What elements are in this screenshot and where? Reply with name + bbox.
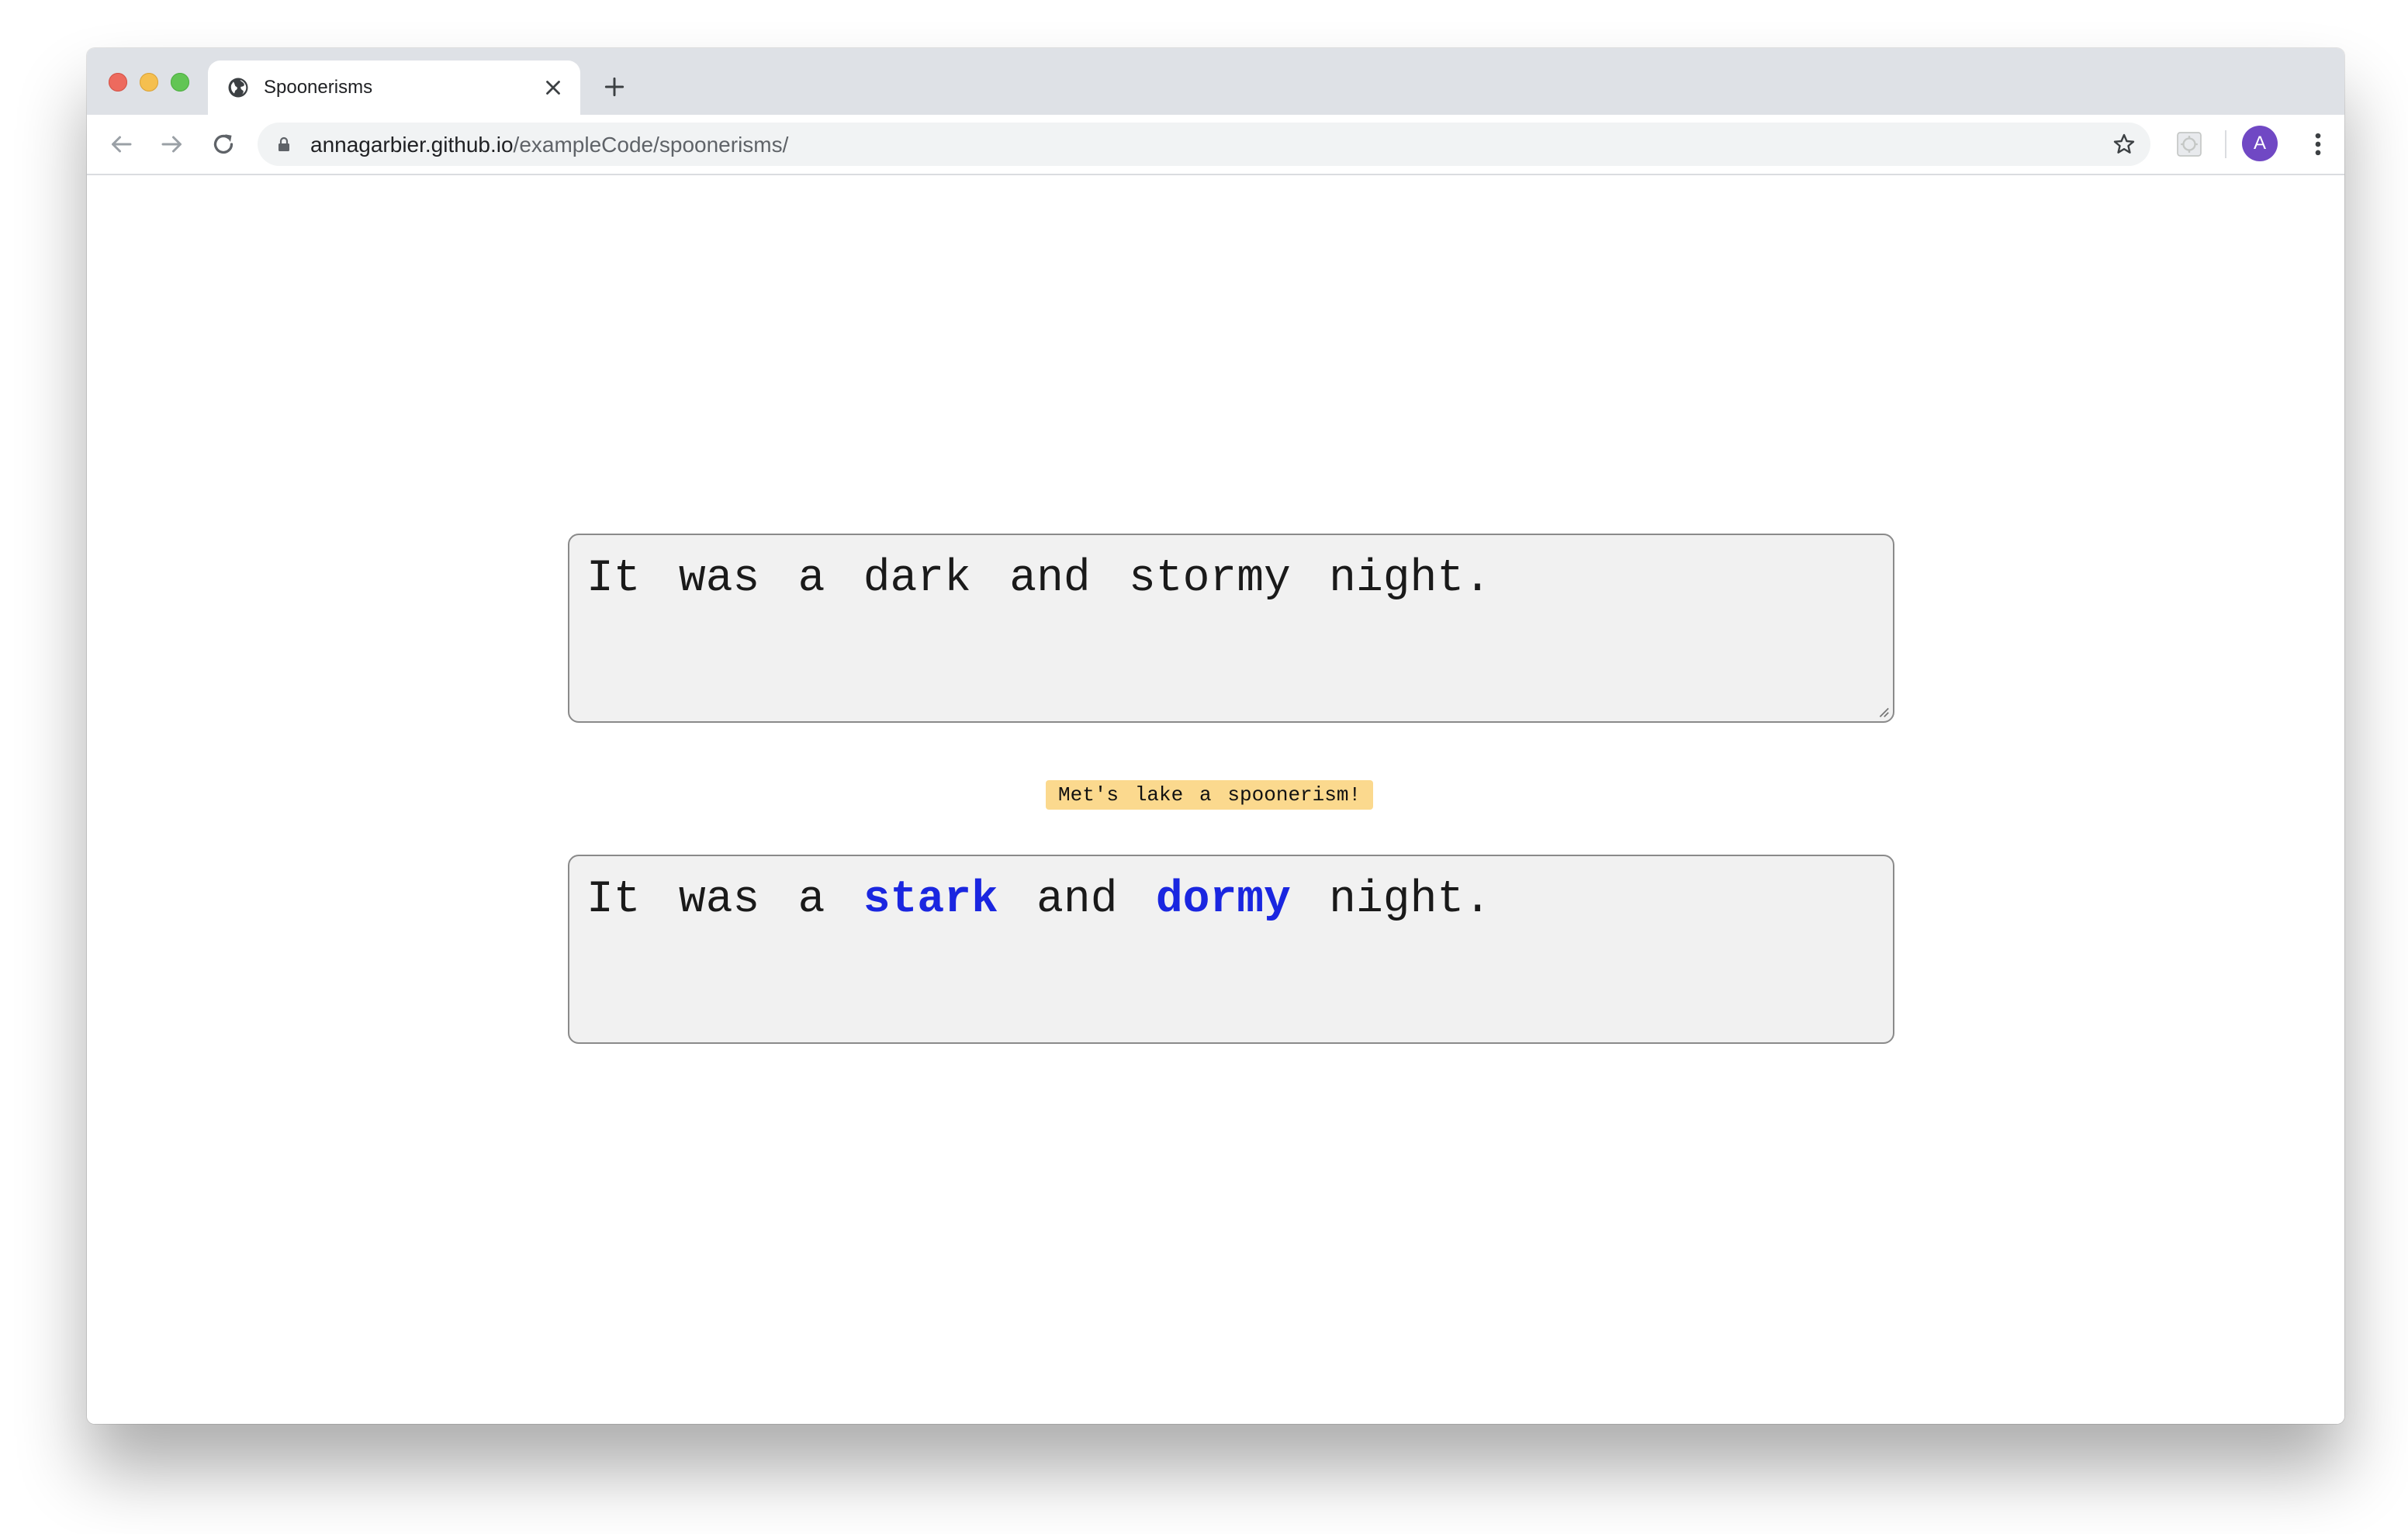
close-icon[interactable] [541,76,565,99]
input-text: It was a dark and stormy night. [586,554,1491,604]
back-arrow-icon[interactable] [107,130,135,158]
forward-arrow-icon[interactable] [158,130,186,158]
lock-icon[interactable] [275,135,293,154]
url-path: /exampleCode/spoonerisms/ [513,133,789,157]
url-host: annagarbier.github.io [310,133,514,157]
page-content: It was a dark and stormy night. Met's la… [87,175,2344,1424]
window-maximize-button[interactable] [171,73,189,92]
profile-avatar[interactable]: A [2242,126,2278,161]
output-segment: and [998,875,1156,925]
globe-icon [228,78,248,98]
output-highlight-word: stark [863,875,998,925]
output-segment: night. [1290,875,1491,925]
output-highlight-word: dormy [1155,875,1291,925]
tab-title: Spoonerisms [264,77,373,98]
resize-grip-icon[interactable] [1876,704,1890,718]
address-bar[interactable]: annagarbier.github.io/exampleCode/spoone… [258,123,2150,166]
kebab-menu-icon[interactable] [2302,129,2334,160]
output-textbox: It was a stark and dormy night. [568,855,1894,1044]
window-close-button[interactable] [109,73,127,92]
input-textarea[interactable]: It was a dark and stormy night. [568,534,1894,723]
url-text[interactable]: annagarbier.github.io/exampleCode/spoone… [310,133,788,157]
browser-window: Spoonerisms annagarbier.github.io/exampl… [87,48,2344,1424]
tab-strip: Spoonerisms [87,48,2344,115]
tab-spoonerisms[interactable]: Spoonerisms [208,60,580,115]
reload-icon[interactable] [209,130,237,158]
spoonerize-button[interactable]: Met's lake a spoonerism! [1046,780,1374,810]
extension-icon[interactable] [2174,129,2205,160]
toolbar-divider [2225,130,2226,158]
bookmark-star-icon[interactable] [2112,132,2136,157]
window-minimize-button[interactable] [140,73,158,92]
output-segment: It was a [586,875,863,925]
new-tab-plus-icon[interactable] [602,74,627,99]
browser-toolbar: annagarbier.github.io/exampleCode/spoone… [87,115,2344,175]
